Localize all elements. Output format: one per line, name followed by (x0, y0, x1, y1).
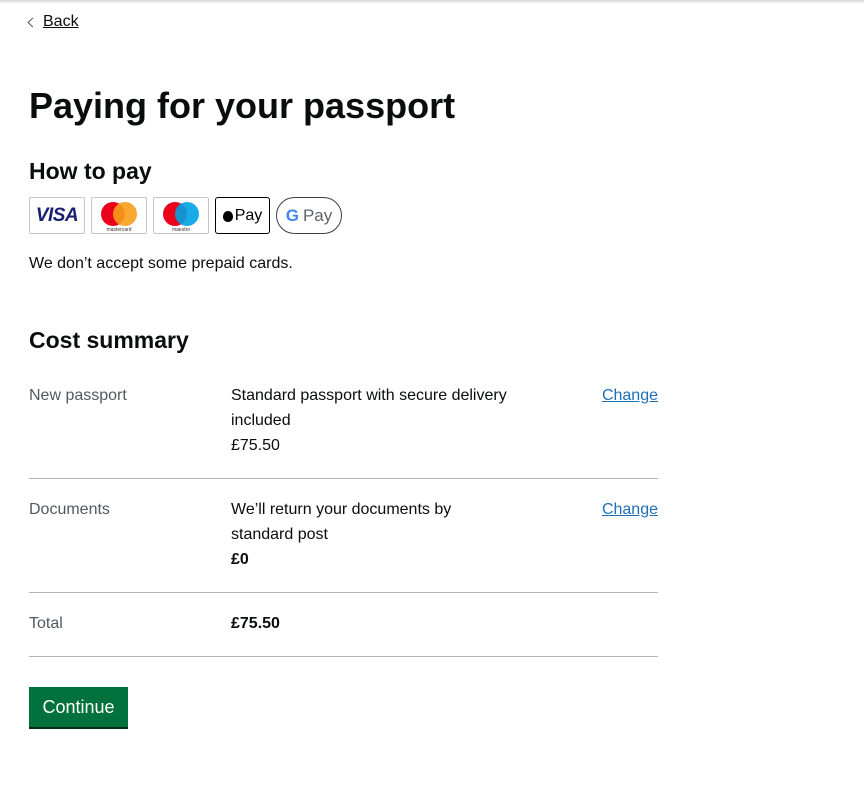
summary-key: Documents (29, 501, 110, 518)
payment-methods: VISA mastercard maestro Pay G Pay (29, 197, 342, 234)
google-pay-icon: G Pay (276, 197, 342, 234)
documents-price: £0 (231, 551, 249, 568)
apple-pay-icon: Pay (215, 197, 270, 234)
change-new-passport-link[interactable]: Change (602, 383, 658, 408)
visa-icon: VISA (29, 197, 85, 234)
top-shadow (0, 0, 864, 4)
summary-row-documents: Documents We’ll return your documents by… (29, 497, 658, 593)
how-to-pay-heading: How to pay (29, 158, 152, 184)
google-g-icon: G (285, 205, 299, 225)
maestro-icon: maestro (153, 197, 209, 234)
maestro-text: maestro (171, 226, 191, 233)
total-price: £75.50 (231, 615, 280, 632)
change-documents-link[interactable]: Change (602, 497, 658, 522)
summary-value: We’ll return your documents by standard … (231, 497, 511, 572)
summary-row-total: Total £75.50 (29, 611, 658, 657)
mastercard-text: mastercard (106, 226, 132, 233)
summary-key: New passport (29, 387, 127, 404)
summary-value: £75.50 (231, 611, 511, 636)
chevron-left-icon (27, 17, 38, 28)
summary-key: Total (29, 615, 63, 632)
passport-price: £75.50 (231, 437, 280, 454)
summary-row-new-passport: New passport Standard passport with secu… (29, 383, 658, 479)
mastercard-icon: mastercard (91, 197, 147, 234)
back-link-label: Back (43, 13, 79, 30)
cost-summary-heading: Cost summary (29, 327, 189, 353)
google-pay-text: Pay (302, 205, 333, 225)
summary-value: Standard passport with secure delivery i… (231, 383, 511, 458)
continue-button[interactable]: Continue (29, 687, 128, 727)
page-title: Paying for your passport (29, 85, 456, 126)
apple-pay-text: Pay (234, 206, 263, 224)
apple-icon (222, 211, 233, 222)
back-link[interactable]: Back (27, 12, 79, 32)
prepaid-cards-note: We don’t accept some prepaid cards. (29, 255, 293, 272)
visa-text: VISA (35, 204, 79, 226)
